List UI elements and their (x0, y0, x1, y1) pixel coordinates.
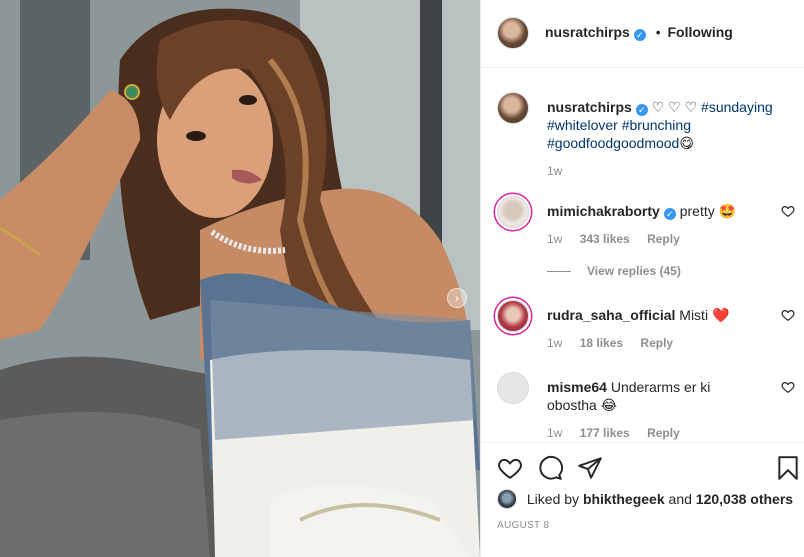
liked-by-and: and (668, 491, 692, 507)
verified-icon: ✓ (635, 104, 648, 116)
commenter-avatar[interactable] (497, 300, 529, 332)
caption-username[interactable]: nusratchirps (547, 99, 632, 115)
post-sidebar: nusratchirps ✓ • Following nusratchirps ✓ … (480, 0, 804, 557)
caption-meta: 1w (547, 164, 797, 178)
comment-content: Misti (679, 307, 709, 323)
reply-button[interactable]: Reply (647, 426, 680, 440)
comment-likes[interactable]: 343 likes (580, 232, 630, 246)
comment-meta: 1w 343 likes Reply (547, 232, 797, 246)
carousel-next-icon[interactable]: › (447, 288, 467, 308)
reply-button[interactable]: Reply (640, 336, 673, 350)
caption: nusratchirps ✓ ♡ ♡ ♡ #sundaying #whitelov… (497, 92, 797, 178)
comment-text: misme64 Underarms er ki obostha 😂 (547, 372, 757, 414)
comment-emoji: 😂 (600, 397, 618, 413)
view-replies-link[interactable]: View replies (45) (547, 264, 681, 278)
verified-icon: ✓ (663, 208, 676, 220)
like-comment-heart-icon[interactable] (781, 380, 795, 394)
verified-icon: ✓ (633, 29, 646, 41)
comment-icon[interactable] (537, 455, 563, 481)
liked-by-prefix: Liked by (526, 491, 580, 507)
comment-emoji: 🤩 (718, 203, 737, 219)
likes-summary: Liked by bhikthegeek and 120,038 others (497, 489, 793, 509)
like-comment-heart-icon[interactable] (781, 204, 795, 218)
commenter-username[interactable]: misme64 (547, 379, 607, 395)
comment-time[interactable]: 1w (547, 426, 562, 440)
hashtag-link[interactable]: #sundaying (701, 99, 773, 115)
comment-item: mimichakraborty ✓ pretty 🤩 1w 343 likes R… (497, 196, 797, 246)
liker-username[interactable]: bhikthegeek (583, 491, 665, 507)
comment-item: misme64 Underarms er ki obostha 😂 1w 177… (497, 372, 797, 440)
comment-meta: 1w 18 likes Reply (547, 336, 797, 350)
caption-emoji: 😋 (679, 135, 694, 151)
comment-time[interactable]: 1w (547, 232, 562, 246)
post-header: nusratchirps ✓ • Following (481, 0, 804, 68)
caption-avatar[interactable] (497, 92, 529, 124)
caption-time[interactable]: 1w (547, 164, 562, 178)
comments-list[interactable]: nusratchirps ✓ ♡ ♡ ♡ #sundaying #whitelov… (481, 68, 804, 442)
commenter-avatar[interactable] (497, 372, 529, 404)
hashtag-link[interactable]: #goodfoodgoodmood (547, 135, 679, 151)
comment-emoji: ❤️ (711, 307, 730, 323)
reply-button[interactable]: Reply (647, 232, 680, 246)
liker-avatar[interactable] (497, 489, 517, 509)
comment-text: rudra_saha_official Misti ❤️ (547, 300, 797, 324)
hashtag-link[interactable]: #whitelover (547, 117, 618, 133)
bookmark-icon[interactable] (775, 455, 801, 481)
replies-divider (547, 271, 571, 273)
author-username[interactable]: nusratchirps (545, 24, 630, 40)
hashtag-link[interactable]: #brunching (622, 117, 691, 133)
post-date[interactable]: AUGUST 8 (497, 520, 549, 531)
comment-item: rudra_saha_official Misti ❤️ 1w 18 likes… (497, 300, 797, 350)
photo-illustration (0, 0, 480, 557)
caption-hearts: ♡ ♡ ♡ (651, 99, 698, 115)
comment-likes[interactable]: 177 likes (580, 426, 630, 440)
comment-meta: 1w 177 likes Reply (547, 426, 797, 440)
likes-count[interactable]: 120,038 others (696, 491, 793, 507)
comment-likes[interactable]: 18 likes (580, 336, 623, 350)
post-photo[interactable]: › (0, 0, 480, 557)
comment-text: mimichakraborty ✓ pretty 🤩 (547, 196, 797, 220)
comment-content: pretty (679, 203, 715, 219)
following-button[interactable]: Following (668, 24, 733, 40)
author-avatar[interactable] (497, 17, 529, 49)
heart-icon[interactable] (497, 455, 523, 481)
separator-dot: • (655, 24, 661, 40)
post-actions: Liked by bhikthegeek and 120,038 others … (481, 442, 804, 557)
share-icon[interactable] (577, 455, 603, 481)
view-replies-label: View replies (45) (587, 264, 681, 278)
header-user-line: nusratchirps ✓ • Following (545, 24, 733, 41)
commenter-avatar[interactable] (497, 196, 529, 228)
commenter-username[interactable]: mimichakraborty (547, 203, 660, 219)
comment-time[interactable]: 1w (547, 336, 562, 350)
commenter-username[interactable]: rudra_saha_official (547, 307, 675, 323)
caption-text: nusratchirps ✓ ♡ ♡ ♡ #sundaying #whitelov… (547, 92, 797, 152)
like-comment-heart-icon[interactable] (781, 308, 795, 322)
